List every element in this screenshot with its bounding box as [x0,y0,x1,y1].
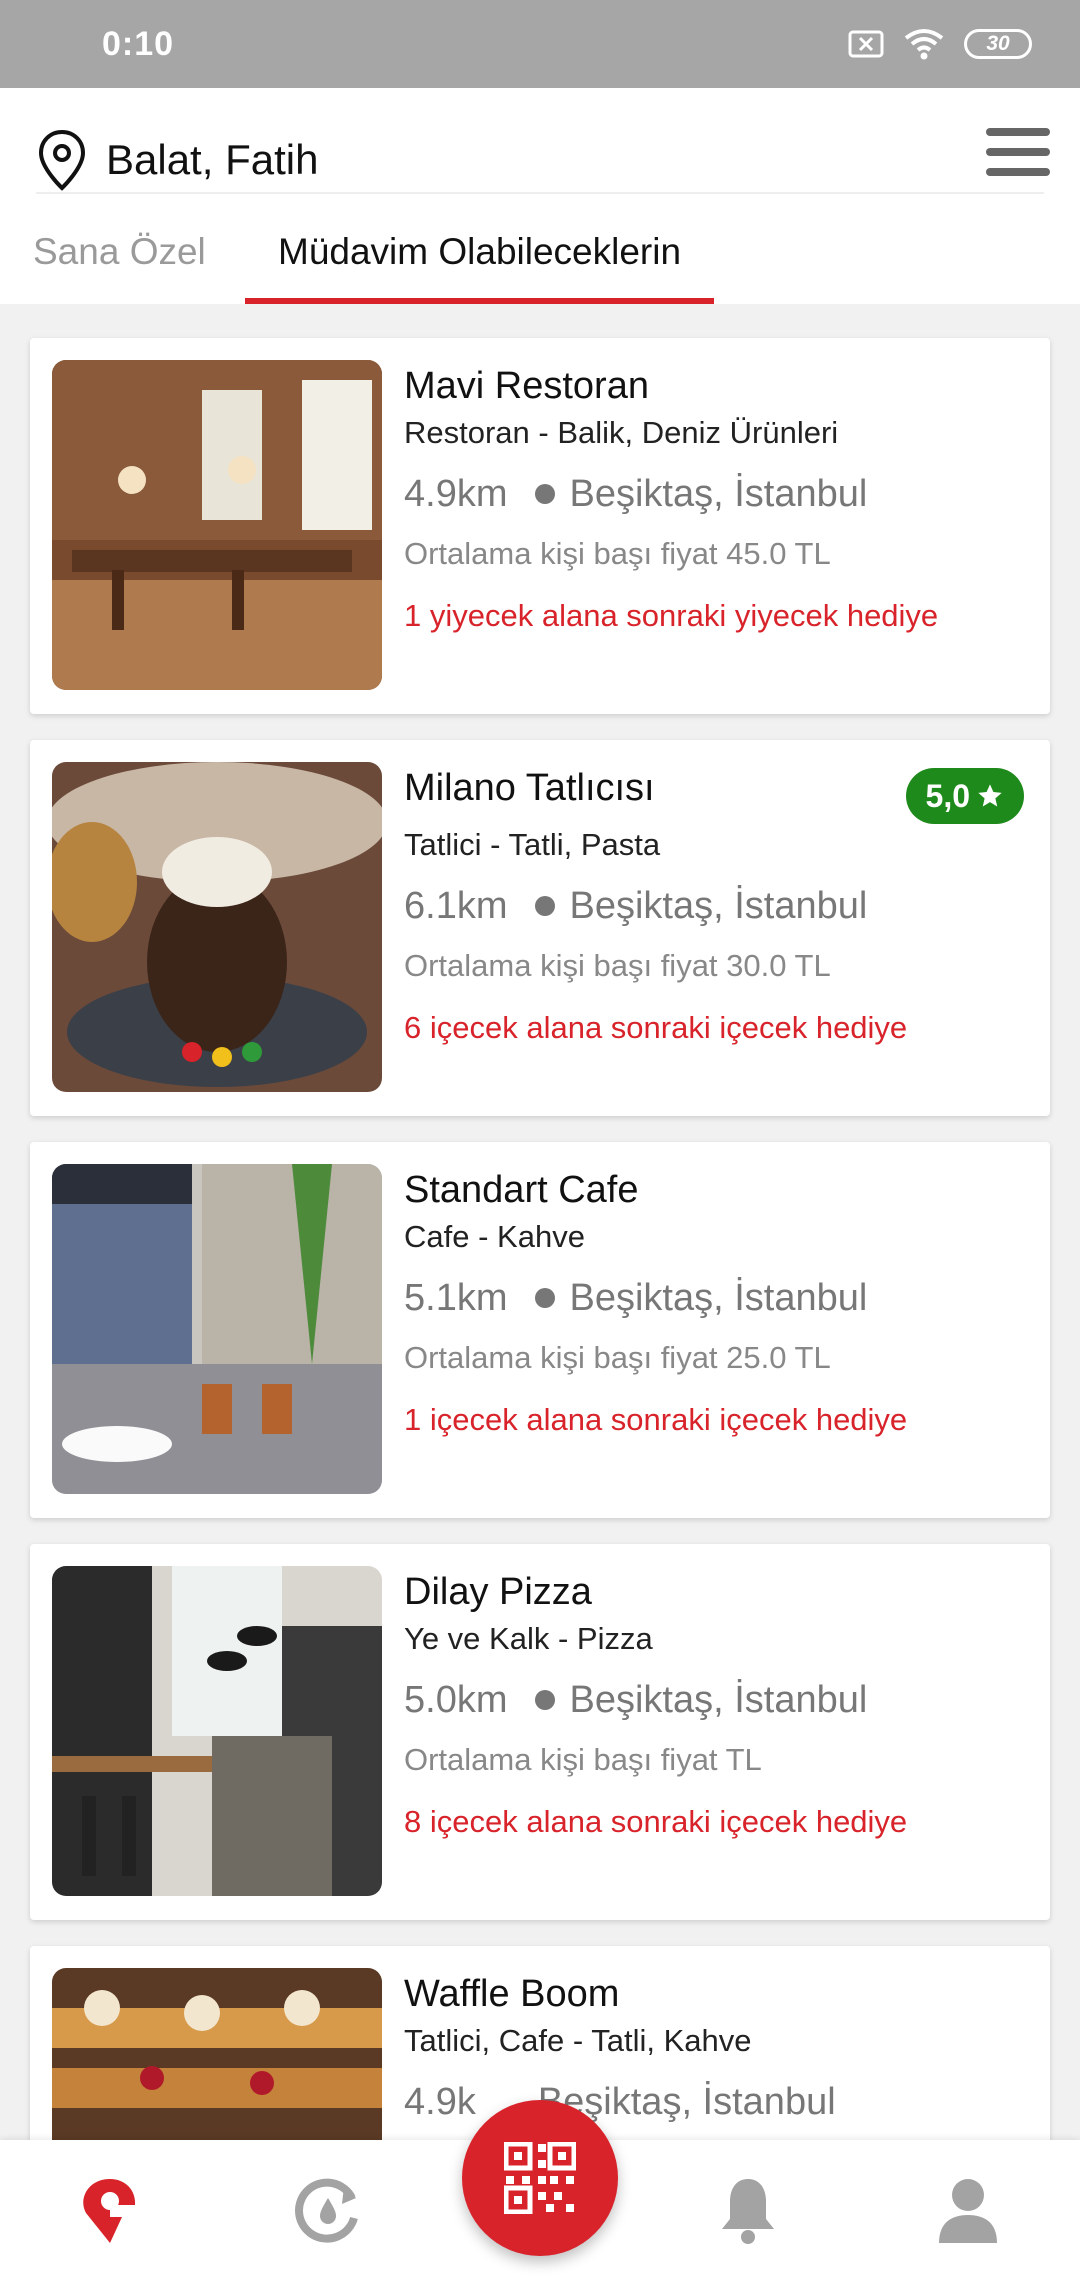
restaurant-price: Ortalama kişi başı fiyat 45.0 TL [404,536,831,571]
restaurant-location: 4.9km Beşiktaş, İstanbul [404,468,1026,520]
nav-home[interactable] [70,2170,150,2250]
restaurant-name: Standart Cafe [404,1169,639,1211]
restaurant-district: Beşiktaş, İstanbul [569,473,868,515]
battery-icon: 30 [964,29,1032,59]
location-pin-icon [38,129,86,191]
restaurant-category: Cafe - Kahve [404,1219,585,1254]
restaurant-name: Dilay Pizza [404,1571,592,1613]
qr-code-icon [504,2142,576,2214]
tab-bar: Sana Özel Müdavim Olabileceklerin [0,200,1080,304]
status-icons: 30 [848,28,1032,60]
battery-level: 30 [986,32,1010,55]
separator-dot [535,1288,556,1308]
restaurant-category: Restoran - Balik, Deniz Ürünleri [404,415,839,450]
restaurant-promo: 8 içecek alana sonraki içecek hediye [404,1804,908,1839]
nav-notifications[interactable] [708,2170,788,2250]
restaurant-photo [52,762,382,1092]
tab-label: Müdavim Olabileceklerin [278,231,682,272]
restaurant-category: Tatlici, Cafe - Tatli, Kahve [404,2023,752,2058]
restaurant-district: Beşiktaş, İstanbul [569,885,868,927]
qr-scan-button[interactable] [462,2100,618,2256]
restaurant-location: 6.1km Beşiktaş, İstanbul [404,880,1026,932]
restaurant-promo: 1 içecek alana sonraki içecek hediye [404,1402,908,1437]
separator-dot [535,1690,556,1710]
restaurant-price: Ortalama kişi başı fiyat 30.0 TL [404,948,831,983]
app-header: Balat, Fatih Sana Özel Müdavim Olabilece… [0,88,1080,304]
restaurant-distance: 4.9km [404,473,508,515]
logo-icon [83,2179,136,2243]
wifi-icon [904,29,944,60]
hamburger-menu-icon[interactable] [986,128,1050,184]
separator-dot [535,484,556,504]
restaurant-distance: 6.1km [404,885,508,927]
restaurant-name: Mavi Restoran [404,365,649,407]
profile-icon [939,2179,997,2243]
tab-mudavim-olabileceklerin[interactable]: Müdavim Olabileceklerin [245,200,715,304]
restaurant-photo [52,1566,382,1896]
restaurant-card[interactable]: Milano Tatlıcısı Tatlici - Tatli, Pasta … [30,740,1050,1116]
tab-label: Sana Özel [33,231,206,272]
restaurant-location: 5.0km Beşiktaş, İstanbul [404,1674,1026,1726]
restaurant-card[interactable]: Mavi Restoran Restoran - Balik, Deniz Ür… [30,338,1050,714]
notification-off-icon [848,30,884,58]
bell-icon [722,2179,774,2244]
restaurant-list[interactable]: Mavi Restoran Restoran - Balik, Deniz Ür… [0,304,1080,2140]
restaurant-distance: 4.9k [404,2081,476,2123]
restaurant-district: Beşiktaş, İstanbul [569,1277,868,1319]
restaurant-category: Tatlici - Tatli, Pasta [404,827,661,862]
restaurant-photo [52,1164,382,1494]
nav-profile[interactable] [928,2170,1008,2250]
header-divider [36,192,1044,194]
restaurant-photo [52,1968,382,2140]
rating-badge: 5,0 [905,768,1024,824]
location-label: Balat, Fatih [106,136,319,183]
restaurant-photo [52,360,382,690]
restaurant-district: Beşiktaş, İstanbul [569,1679,868,1721]
star-icon [978,784,1002,807]
separator-dot [535,896,556,916]
restaurant-location: 5.1km Beşiktaş, İstanbul [404,1272,1026,1324]
status-bar: 0:10 30 [0,0,1080,88]
location-selector[interactable]: Balat, Fatih [36,110,1046,210]
restaurant-distance: 5.0km [404,1679,508,1721]
status-time: 0:10 [102,24,175,63]
restaurant-category: Ye ve Kalk - Pizza [404,1621,653,1656]
rating-value: 5,0 [925,777,970,814]
refresh-icon [295,2178,358,2243]
restaurant-promo: 6 içecek alana sonraki içecek hediye [404,1010,908,1045]
restaurant-card[interactable]: Dilay Pizza Ye ve Kalk - Pizza 5.0km Beş… [30,1544,1050,1920]
nav-refresh[interactable] [288,2170,368,2250]
restaurant-name: Waffle Boom [404,1973,620,2015]
restaurant-card[interactable]: Standart Cafe Cafe - Kahve 5.1km Beşikta… [30,1142,1050,1518]
restaurant-price: Ortalama kişi başı fiyat TL [404,1742,762,1777]
tab-sana-ozel[interactable]: Sana Özel [0,200,245,304]
restaurant-promo: 1 yiyecek alana sonraki yiyecek hediye [404,598,939,633]
restaurant-distance: 5.1km [404,1277,508,1319]
restaurant-price: Ortalama kişi başı fiyat 25.0 TL [404,1340,831,1375]
